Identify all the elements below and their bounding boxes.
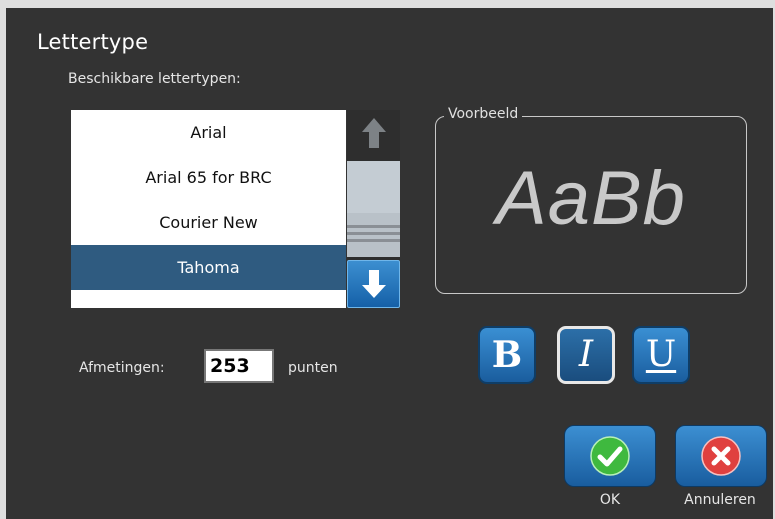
size-input[interactable]	[204, 349, 274, 383]
preview-box: Voorbeeld AaBb	[435, 106, 747, 294]
font-list-item-selected[interactable]: Tahoma	[71, 245, 346, 290]
preview-sample-text: AaBb	[496, 156, 686, 241]
arrow-up-icon	[361, 117, 386, 148]
cancel-label: Annuleren	[684, 492, 756, 508]
bold-button[interactable]: B	[478, 326, 536, 384]
font-dialog: Lettertype Beschikbare lettertypen: Aria…	[6, 8, 773, 519]
preview-legend: Voorbeeld	[444, 106, 523, 122]
underline-icon: U	[645, 334, 677, 375]
checkmark-icon	[590, 436, 630, 476]
scroll-thumb[interactable]	[347, 213, 400, 257]
italic-button[interactable]: I	[557, 326, 615, 384]
font-list-item[interactable]: Arial	[71, 110, 346, 155]
dialog-title: Lettertype	[37, 30, 149, 54]
cancel-button[interactable]	[675, 425, 767, 487]
underline-button[interactable]: U	[632, 326, 690, 384]
arrow-down-icon	[361, 270, 386, 298]
scroll-down-button[interactable]	[347, 260, 400, 308]
scroll-up-button[interactable]	[347, 110, 400, 155]
font-list-item[interactable]: Arial 65 for BRC	[71, 155, 346, 200]
font-list[interactable]: Arial Arial 65 for BRC Courier New Tahom…	[71, 110, 346, 308]
bold-icon: B	[491, 334, 523, 376]
font-list-scrollbar[interactable]	[347, 110, 400, 308]
size-unit-label: punten	[288, 360, 338, 376]
ok-label: OK	[599, 492, 621, 508]
ok-button[interactable]	[564, 425, 656, 487]
font-list-item[interactable]: Courier New	[71, 200, 346, 245]
available-fonts-label: Beschikbare lettertypen:	[68, 71, 241, 87]
italic-icon: I	[578, 334, 594, 375]
x-icon	[701, 436, 741, 476]
size-label: Afmetingen:	[79, 360, 165, 376]
